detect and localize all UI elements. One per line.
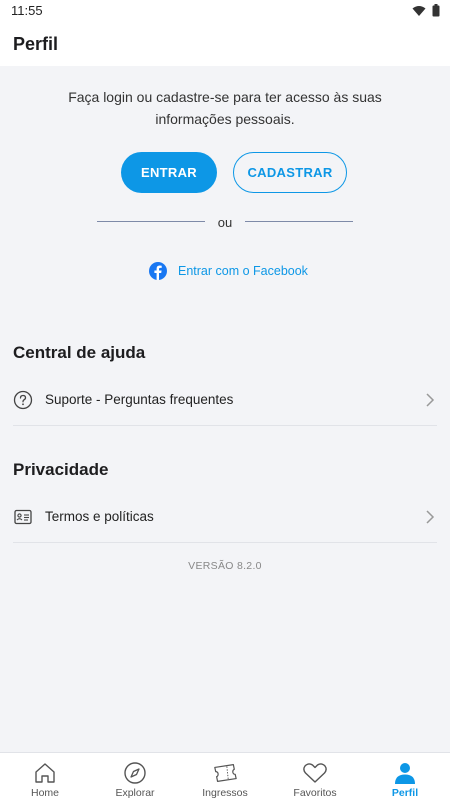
- nav-label-favorites: Favoritos: [293, 787, 337, 799]
- chevron-right-icon: [426, 509, 435, 524]
- list-item-terms-policies[interactable]: Termos e políticas: [13, 491, 437, 543]
- question-circle-icon: [13, 390, 33, 410]
- nav-item-tickets[interactable]: Ingressos: [180, 753, 270, 800]
- nav-item-profile[interactable]: Perfil: [360, 753, 450, 800]
- heart-icon: [302, 761, 328, 785]
- page-title: Perfil: [13, 34, 59, 54]
- support-faq-label: Suporte - Perguntas frequentes: [45, 392, 234, 407]
- divider-left: [97, 221, 205, 222]
- nav-label-profile: Perfil: [391, 787, 419, 799]
- wifi-icon: [412, 5, 426, 16]
- list-item-support-faq[interactable]: Suporte - Perguntas frequentes: [13, 374, 437, 426]
- privacy-section-title: Privacidade: [13, 460, 109, 479]
- enter-button[interactable]: ENTRAR: [121, 152, 217, 193]
- home-icon: [32, 761, 58, 785]
- facebook-icon: [149, 262, 167, 280]
- bottom-nav: Home Explorar Ingressos Favoritos Perfil: [0, 752, 450, 800]
- ticket-icon: [212, 761, 238, 785]
- nav-label-explore: Explorar: [115, 787, 155, 799]
- login-prompt: Faça login ou cadastre-se para ter acess…: [68, 89, 382, 127]
- facebook-login-button[interactable]: Entrar com o Facebook: [149, 262, 308, 280]
- nav-label-tickets: Ingressos: [202, 787, 248, 799]
- status-time: 11:55: [11, 3, 43, 18]
- chevron-right-icon: [426, 392, 435, 407]
- divider-right: [245, 221, 353, 222]
- status-bar: 11:55: [0, 0, 450, 22]
- app-version: VERSÃO 8.2.0: [188, 560, 262, 572]
- app-header: Perfil: [0, 22, 450, 66]
- nav-item-explore[interactable]: Explorar: [90, 753, 180, 800]
- or-text: ou: [217, 215, 233, 230]
- person-icon: [392, 761, 418, 785]
- nav-item-home[interactable]: Home: [0, 753, 90, 800]
- status-icons: [412, 4, 440, 17]
- document-icon: [13, 507, 33, 527]
- register-button[interactable]: CADASTRAR: [233, 152, 347, 193]
- compass-icon: [122, 761, 148, 785]
- terms-policies-label: Termos e políticas: [45, 509, 154, 524]
- facebook-login-label: Entrar com o Facebook: [178, 264, 308, 278]
- help-section-title: Central de ajuda: [13, 343, 146, 362]
- nav-item-favorites[interactable]: Favoritos: [270, 753, 360, 800]
- nav-label-home: Home: [30, 787, 59, 799]
- battery-icon: [432, 4, 440, 17]
